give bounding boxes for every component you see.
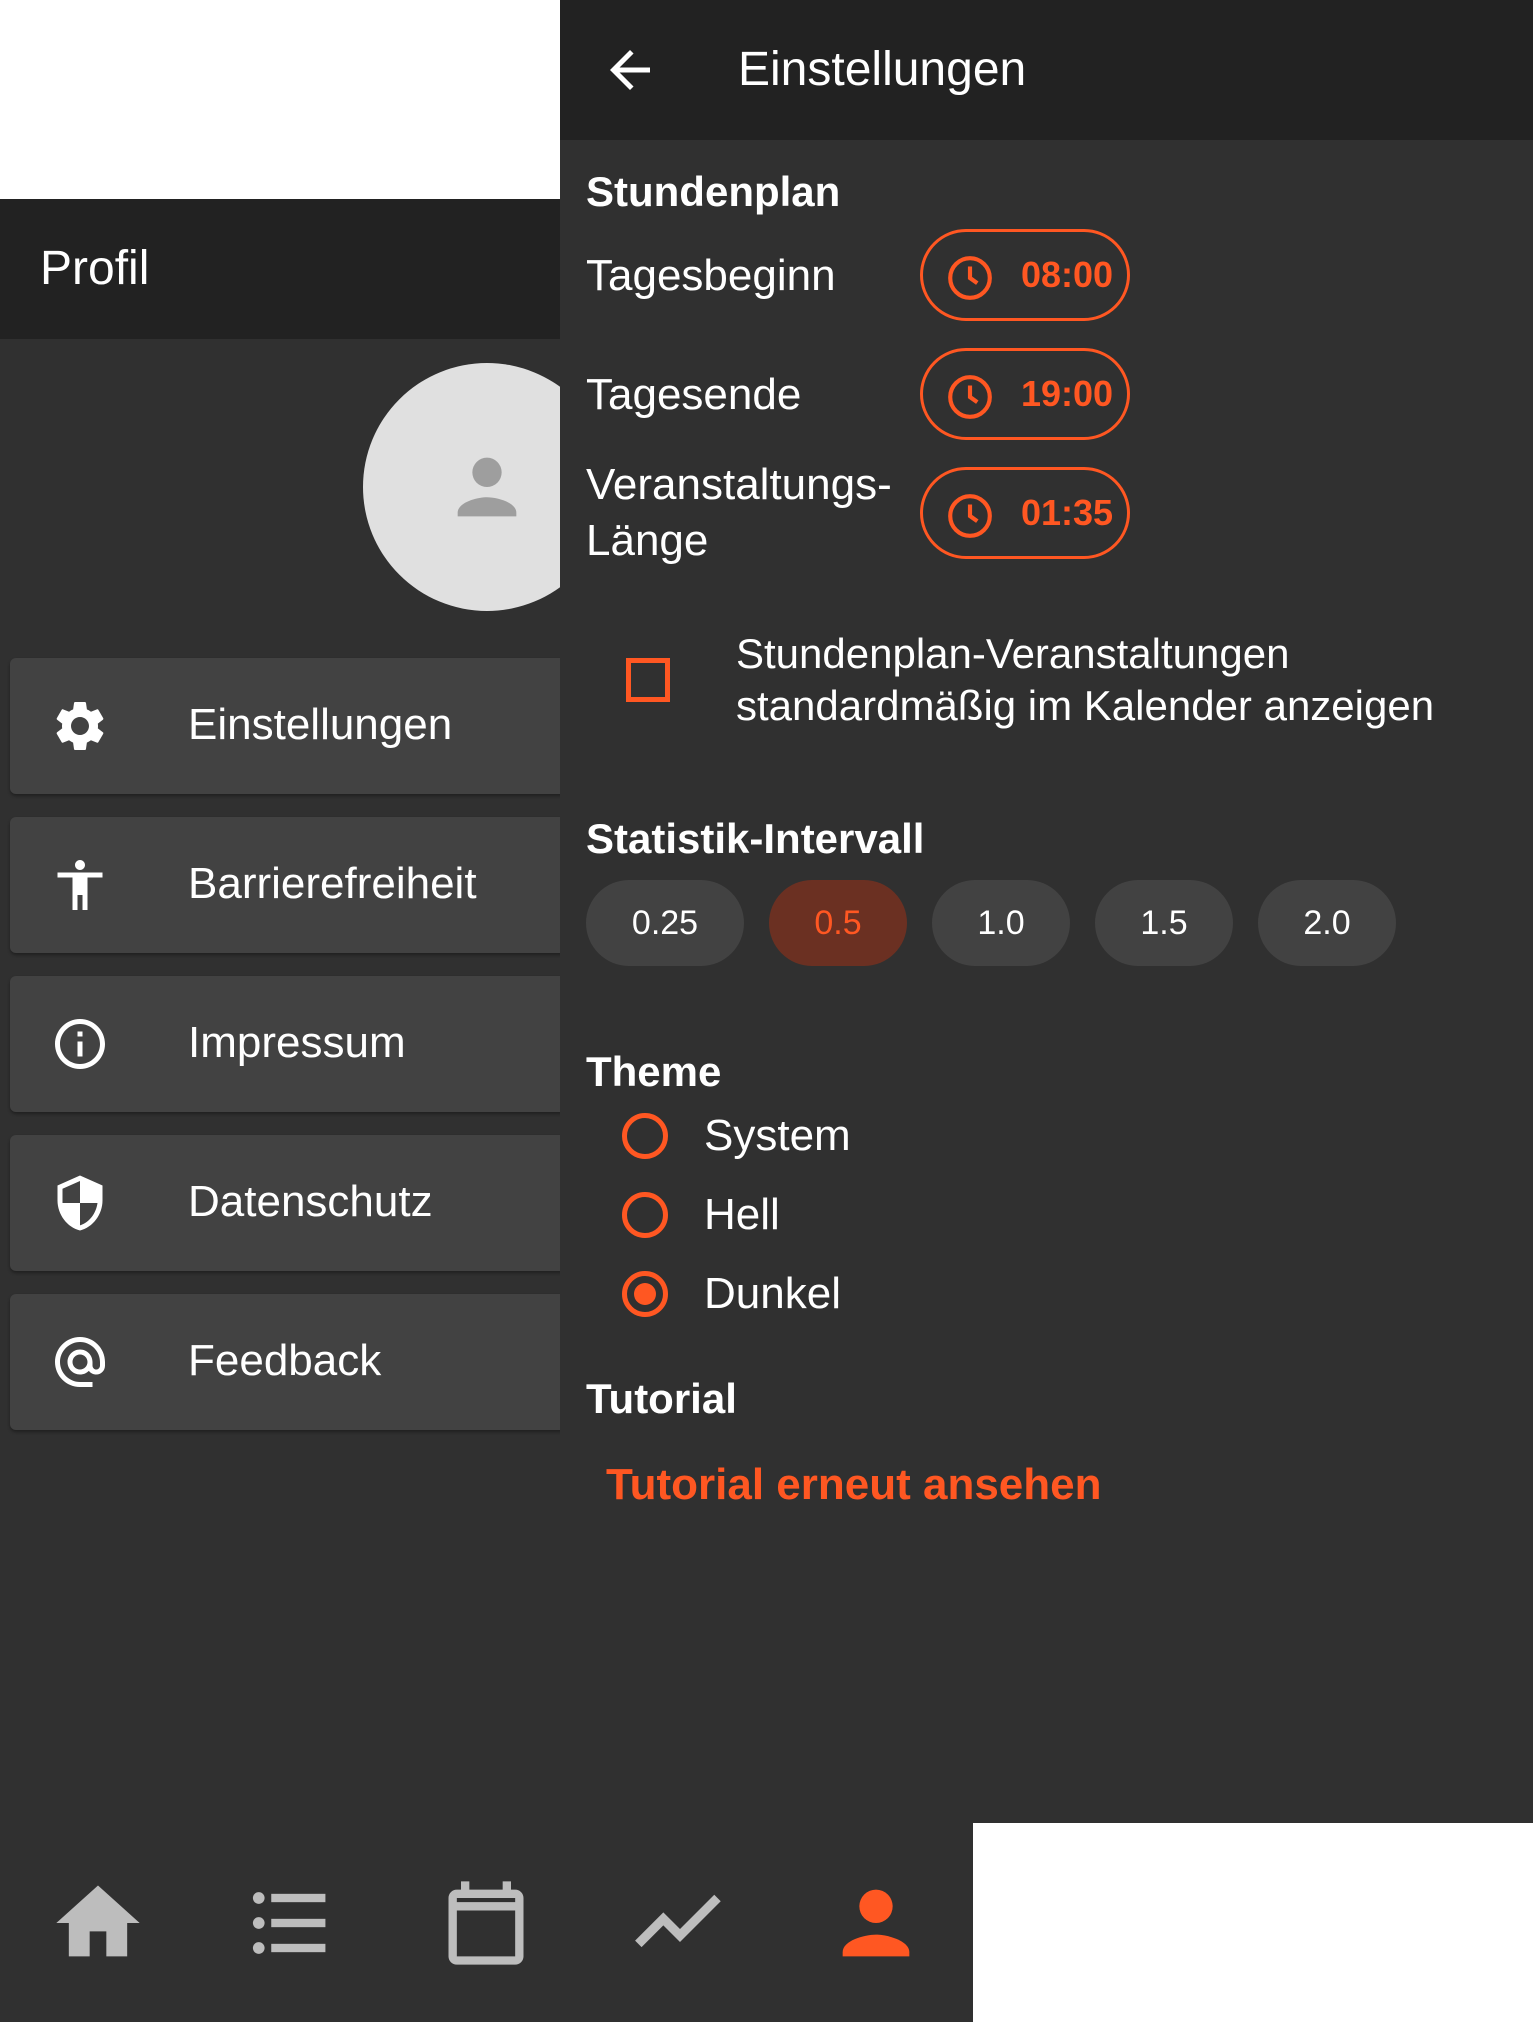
day-start-value: 08:00 <box>1021 254 1114 295</box>
theme-radio-light[interactable] <box>622 1192 668 1238</box>
person-icon <box>842 1889 910 1957</box>
menu-item-label: Einstellungen <box>188 700 453 749</box>
gear-icon <box>56 702 104 750</box>
accessibility-icon <box>57 860 103 910</box>
at-sign-icon <box>55 1337 105 1387</box>
theme-radio-system[interactable] <box>622 1113 668 1159</box>
menu-item-label: Feedback <box>188 1336 382 1385</box>
day-end-label: Tagesende <box>586 370 802 419</box>
profile-screen: Profil Einstellungen Barrierefreiheit Im… <box>0 0 570 2022</box>
menu-item-label: Barrierefreiheit <box>188 859 477 908</box>
day-end-value: 19:00 <box>1021 373 1114 414</box>
list-icon <box>252 1892 326 1954</box>
show-in-calendar-label: Stundenplan-Veranstaltungen standardmäßi… <box>736 628 1434 732</box>
section-title-theme: Theme <box>586 1048 722 1095</box>
menu-item-settings[interactable]: Einstellungen <box>10 658 570 794</box>
interval-chip-0.5[interactable]: 0.5 <box>769 880 907 966</box>
nav-profile[interactable] <box>826 1873 926 1973</box>
section-title-timetable: Stundenplan <box>586 168 841 215</box>
trending-icon <box>635 1894 721 1948</box>
theme-label-light: Hell <box>704 1190 780 1239</box>
page-title: Einstellungen <box>738 43 1027 96</box>
menu-item-imprint[interactable]: Impressum <box>10 976 570 1112</box>
status-area <box>0 0 560 199</box>
nav-list[interactable] <box>240 1873 340 1973</box>
event-length-label-line1: Veranstaltungs- <box>586 460 892 509</box>
page-title: Profil <box>40 242 150 295</box>
calendar-icon <box>448 1881 524 1965</box>
theme-radio-dark[interactable] <box>622 1271 668 1317</box>
blank-area <box>973 1823 1533 2022</box>
person-icon <box>457 457 517 517</box>
settings-app-bar: Einstellungen <box>560 0 1533 140</box>
day-end-button[interactable]: 19:00 <box>920 348 1130 440</box>
day-start-label: Tagesbeginn <box>586 251 836 300</box>
section-title-tutorial: Tutorial <box>586 1375 737 1422</box>
nav-calendar[interactable] <box>436 1873 536 1973</box>
arrow-back-icon[interactable] <box>600 40 660 100</box>
interval-chip-1.5[interactable]: 1.5 <box>1095 880 1233 966</box>
home-icon <box>56 1885 140 1957</box>
interval-chip-0.25[interactable]: 0.25 <box>586 880 744 966</box>
interval-chip-1.0[interactable]: 1.0 <box>932 880 1070 966</box>
clock-icon <box>948 256 992 300</box>
settings-screen: Einstellungen Stundenplan Tagesbeginn 08… <box>560 0 1533 1823</box>
checkbox-label-line1: Stundenplan-Veranstaltungen <box>736 630 1290 677</box>
clock-icon <box>948 375 992 419</box>
profile-app-bar: Profil <box>0 199 560 339</box>
tutorial-replay-link[interactable]: Tutorial erneut ansehen <box>606 1460 1102 1510</box>
theme-label-dark: Dunkel <box>704 1269 841 1318</box>
menu-item-label: Impressum <box>188 1018 406 1067</box>
menu-item-privacy[interactable]: Datenschutz <box>10 1135 570 1271</box>
clock-icon <box>948 494 992 538</box>
nav-statistics[interactable] <box>630 1873 730 1973</box>
bottom-navigation <box>0 1823 973 2022</box>
checkbox-label-line2: standardmäßig im Kalender anzeigen <box>736 682 1435 729</box>
theme-label-system: System <box>704 1111 851 1160</box>
show-in-calendar-checkbox[interactable] <box>626 658 670 702</box>
event-length-label: Veranstaltungs- Länge <box>586 457 892 569</box>
day-start-button[interactable]: 08:00 <box>920 229 1130 321</box>
info-icon <box>55 1019 105 1069</box>
radio-selected-dot <box>634 1283 656 1305</box>
menu-item-feedback[interactable]: Feedback <box>10 1294 570 1430</box>
event-length-label-line2: Länge <box>586 516 709 565</box>
event-length-value: 01:35 <box>1021 492 1114 533</box>
menu-item-label: Datenschutz <box>188 1177 433 1226</box>
menu-item-accessibility[interactable]: Barrierefreiheit <box>10 817 570 953</box>
shield-icon <box>57 1175 103 1231</box>
event-length-button[interactable]: 01:35 <box>920 467 1130 559</box>
nav-home[interactable] <box>48 1873 148 1973</box>
section-title-statistics: Statistik-Intervall <box>586 815 925 862</box>
interval-chip-2.0[interactable]: 2.0 <box>1258 880 1396 966</box>
